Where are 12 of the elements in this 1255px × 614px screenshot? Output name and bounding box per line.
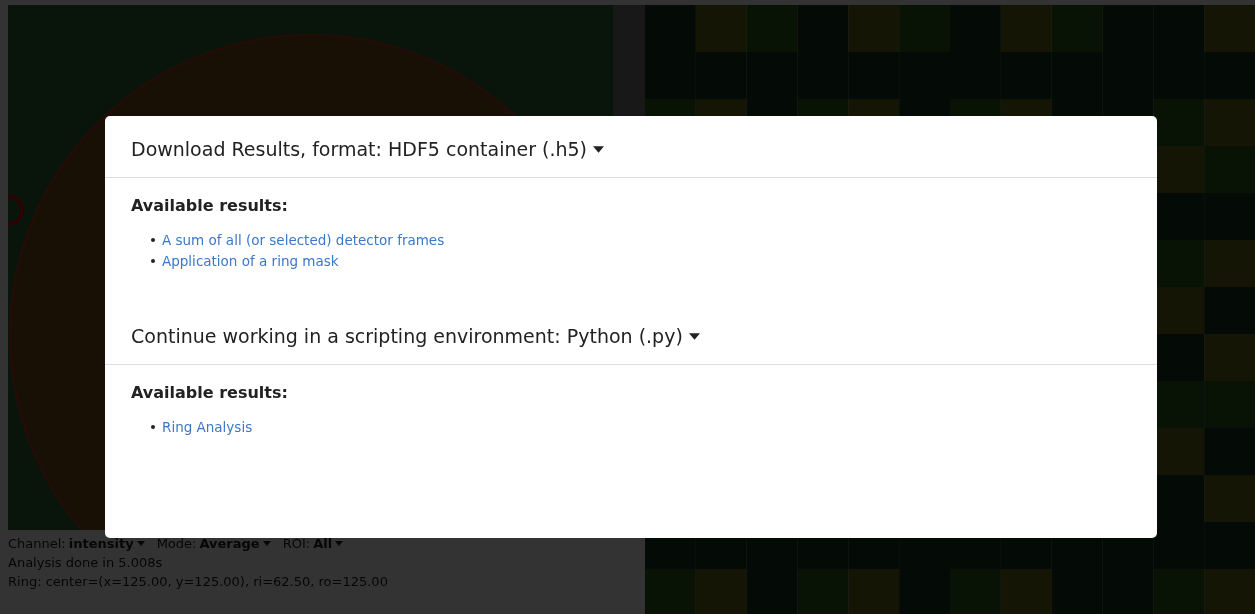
result-link[interactable]: Application of a ring mask <box>162 252 339 269</box>
bullet-icon <box>151 237 155 242</box>
caret-icon <box>593 145 605 153</box>
result-link[interactable]: Ring Analysis <box>162 418 253 435</box>
bullet-icon <box>151 258 155 263</box>
bullet-icon <box>151 424 155 429</box>
caret-icon <box>688 332 700 340</box>
section-heading: Available results: <box>131 383 289 402</box>
result-link[interactable]: A sum of all (or selected) detector frames <box>162 231 445 248</box>
format-dropdown[interactable]: Continue working in a scripting environment: Python (.py) <box>131 325 700 347</box>
section-heading: Available results: <box>131 196 289 215</box>
format-dropdown[interactable]: Download Results, format: HDF5 container (.h5) <box>131 138 605 160</box>
